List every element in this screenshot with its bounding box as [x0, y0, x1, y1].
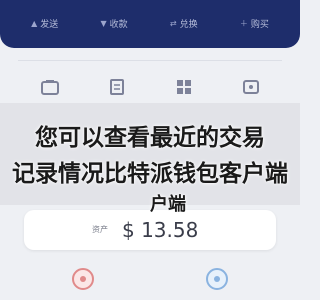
avatar-red-icon[interactable]: [72, 268, 94, 290]
top-action-swap[interactable]: ⇄ 兑换: [170, 17, 198, 30]
top-action-label: 购买: [250, 19, 269, 30]
feature-icon-row: [0, 72, 300, 102]
wallet-icon[interactable]: [40, 78, 60, 96]
balance-amount: $ 13.58: [122, 218, 199, 242]
top-action-card: ▲ 发送 ▼ 收款 ⇄ 兑换 ＋ 购买: [0, 0, 300, 48]
top-action-label: 发送: [40, 19, 59, 30]
avatar-blue-icon[interactable]: [206, 268, 228, 290]
send-icon: ▲: [31, 18, 38, 28]
more-icon[interactable]: [241, 78, 261, 96]
top-action-send[interactable]: ▲ 发送: [31, 17, 58, 30]
balance-label: 资产: [92, 225, 108, 234]
overlay-line-1: 您可以查看最近的交易: [35, 125, 265, 151]
bottom-icon-row: [0, 262, 300, 296]
section-divider: [18, 60, 282, 61]
top-action-buy[interactable]: ＋ 购买: [240, 17, 269, 30]
overlay-line-3: 户端: [150, 194, 186, 215]
top-action-row: ▲ 发送 ▼ 收款 ⇄ 兑换 ＋ 购买: [0, 14, 300, 32]
top-action-receive[interactable]: ▼ 收款: [101, 17, 128, 30]
top-action-label: 收款: [109, 19, 128, 30]
overlay-line-2: 记录情况比特派钱包客户端: [12, 161, 288, 187]
swap-icon: ⇄: [169, 18, 177, 28]
balance-card[interactable]: 资产 $ 13.58: [24, 210, 276, 250]
receive-icon: ▼: [100, 18, 107, 28]
top-action-label: 兑换: [179, 19, 198, 30]
buy-icon: ＋: [239, 18, 248, 28]
document-icon[interactable]: [107, 78, 127, 96]
grid-icon[interactable]: [174, 78, 194, 96]
